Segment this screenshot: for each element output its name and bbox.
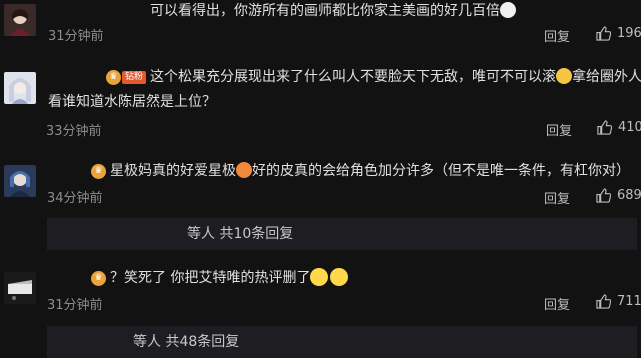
like-button[interactable]: 196: [596, 26, 641, 41]
like-count: 410: [618, 120, 641, 135]
crown-icon: ♛: [106, 69, 121, 85]
avatar[interactable]: [4, 272, 36, 304]
reply-button[interactable]: 回复: [544, 294, 570, 313]
reply-button[interactable]: 回复: [544, 26, 570, 45]
sweat-smile-emoji-icon: [556, 68, 573, 84]
like-button[interactable]: 410: [597, 120, 641, 135]
comment-item: 可以看得出，你游所有的画师都比你家主美画的好几百倍 31分钟前 回复 196: [0, 0, 641, 50]
reply-button[interactable]: 回复: [546, 120, 572, 139]
comment-item: ♛ ？笑死了 你把艾特唯的热评删了 31分钟前 回复 711 等人 共48条回复: [0, 264, 641, 358]
crown-icon: ♛: [91, 270, 106, 286]
avatar[interactable]: [4, 72, 36, 104]
kiss-emoji-icon: [236, 162, 252, 178]
comment-text: 可以看得出，你游所有的画师都比你家主美画的好几百倍: [150, 0, 516, 22]
replies-summary[interactable]: 等人 共10条回复: [47, 218, 637, 250]
avatar[interactable]: [4, 165, 36, 197]
fan-badge: ♛: [91, 163, 106, 179]
like-button[interactable]: 711: [596, 294, 641, 309]
grin-emoji-icon: [330, 268, 349, 286]
comment-text: ♛ ？笑死了 你把艾特唯的热评删了: [91, 267, 349, 289]
comment-text-line2: 看谁知道水陈居然是上位？: [48, 94, 216, 110]
comment-time: 31分钟前: [48, 29, 104, 44]
reply-button[interactable]: 回复: [544, 188, 570, 207]
thumbs-up-icon: [596, 188, 611, 203]
comment-time: 31分钟前: [47, 298, 103, 313]
comment-text: ♛ 钻粉 这个松果充分展现出来了什么叫人不要脸天下无敌，唯可不可以滚 拿给圈外人: [106, 66, 641, 88]
fan-badge: ♛: [91, 270, 106, 286]
like-button[interactable]: 689: [596, 188, 641, 203]
crown-icon: ♛: [91, 163, 106, 179]
comment-time: 33分钟前: [46, 124, 102, 139]
thumbs-up-icon: [596, 26, 611, 41]
comment-text: ♛ 星极妈真的好爱星极 好的皮真的会给角色加分许多（但不是唯一条件，有杠你对）: [91, 160, 630, 182]
avatar[interactable]: [4, 4, 36, 36]
ghost-emoji-icon: [500, 2, 516, 18]
grin-emoji-icon: [310, 268, 329, 286]
comment-time: 34分钟前: [47, 191, 103, 206]
comment-item: ♛ 星极妈真的好爱星极 好的皮真的会给角色加分许多（但不是唯一条件，有杠你对） 3…: [0, 155, 641, 255]
replies-summary[interactable]: 等人 共48条回复: [47, 326, 637, 358]
like-count: 196: [617, 26, 641, 41]
like-count: 689: [617, 188, 641, 203]
thumbs-up-icon: [597, 120, 612, 135]
like-count: 711: [617, 294, 641, 309]
thumbs-up-icon: [596, 294, 611, 309]
comment-item: ♛ 钻粉 这个松果充分展现出来了什么叫人不要脸天下无敌，唯可不可以滚 拿给圈外人 看…: [0, 60, 641, 145]
fan-badge: ♛ 钻粉: [106, 69, 147, 85]
